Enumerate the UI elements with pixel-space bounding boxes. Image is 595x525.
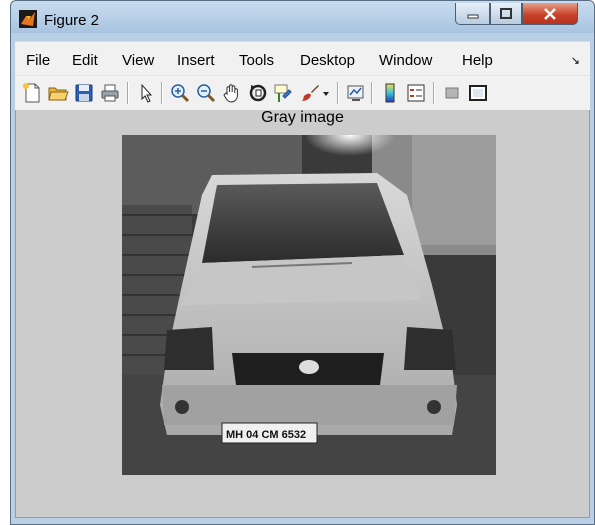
menu-bar: File Edit View Insert Tools Desktop Wind… — [15, 41, 590, 76]
toolbar-separator — [433, 82, 434, 104]
link-plot-icon[interactable] — [345, 82, 367, 104]
toolbar-separator — [161, 82, 162, 104]
rotate-3d-icon[interactable] — [247, 82, 269, 104]
pan-hand-icon[interactable] — [221, 82, 243, 104]
matlab-logo-icon — [19, 10, 37, 28]
figure-window: Figure 2 File Edit View Insert Tools Des… — [10, 0, 595, 525]
window-title: Figure 2 — [44, 12, 100, 29]
close-icon — [544, 7, 556, 20]
gray-image: MH 04 CM 6532 — [122, 135, 496, 475]
plate-text: MH 04 CM 6532 — [226, 429, 306, 441]
menu-file[interactable]: File — [26, 52, 50, 69]
legend-icon[interactable] — [405, 82, 427, 104]
toolbar-separator — [371, 82, 372, 104]
print-icon[interactable] — [99, 82, 121, 104]
data-cursor-icon[interactable] — [273, 82, 295, 104]
colorbar-icon[interactable] — [379, 82, 401, 104]
brush-icon[interactable] — [299, 82, 321, 104]
toolbar-separator — [337, 82, 338, 104]
zoom-out-icon[interactable] — [195, 82, 217, 104]
new-figure-icon[interactable] — [21, 82, 43, 104]
menu-help[interactable]: Help — [462, 52, 493, 69]
hide-plot-tools-icon[interactable] — [441, 82, 463, 104]
menu-edit[interactable]: Edit — [72, 52, 98, 69]
close-button[interactable] — [522, 3, 578, 25]
title-bar[interactable]: Figure 2 — [11, 1, 594, 37]
figure-toolbar — [15, 75, 590, 111]
show-plot-tools-icon[interactable] — [467, 82, 489, 104]
maximize-button[interactable] — [490, 3, 522, 25]
dock-arrow-icon[interactable]: ↘ — [571, 54, 580, 67]
figure-canvas: Gray image MH 04 CM 6532 — [15, 109, 590, 518]
save-icon[interactable] — [73, 82, 95, 104]
brush-dropdown-icon[interactable] — [321, 82, 331, 104]
maximize-icon — [500, 8, 512, 19]
minimize-button[interactable] — [455, 3, 490, 25]
menu-insert[interactable]: Insert — [177, 52, 215, 69]
minimize-icon — [467, 14, 478, 18]
menu-window[interactable]: Window — [379, 52, 432, 69]
toolbar-separator — [127, 82, 128, 104]
zoom-in-icon[interactable] — [169, 82, 191, 104]
edit-plot-arrow-icon[interactable] — [135, 82, 157, 104]
menu-tools[interactable]: Tools — [239, 52, 274, 69]
menu-view[interactable]: View — [122, 52, 154, 69]
open-file-icon[interactable] — [47, 82, 69, 104]
menu-desktop[interactable]: Desktop — [300, 52, 355, 69]
axes-title: Gray image — [261, 109, 344, 126]
